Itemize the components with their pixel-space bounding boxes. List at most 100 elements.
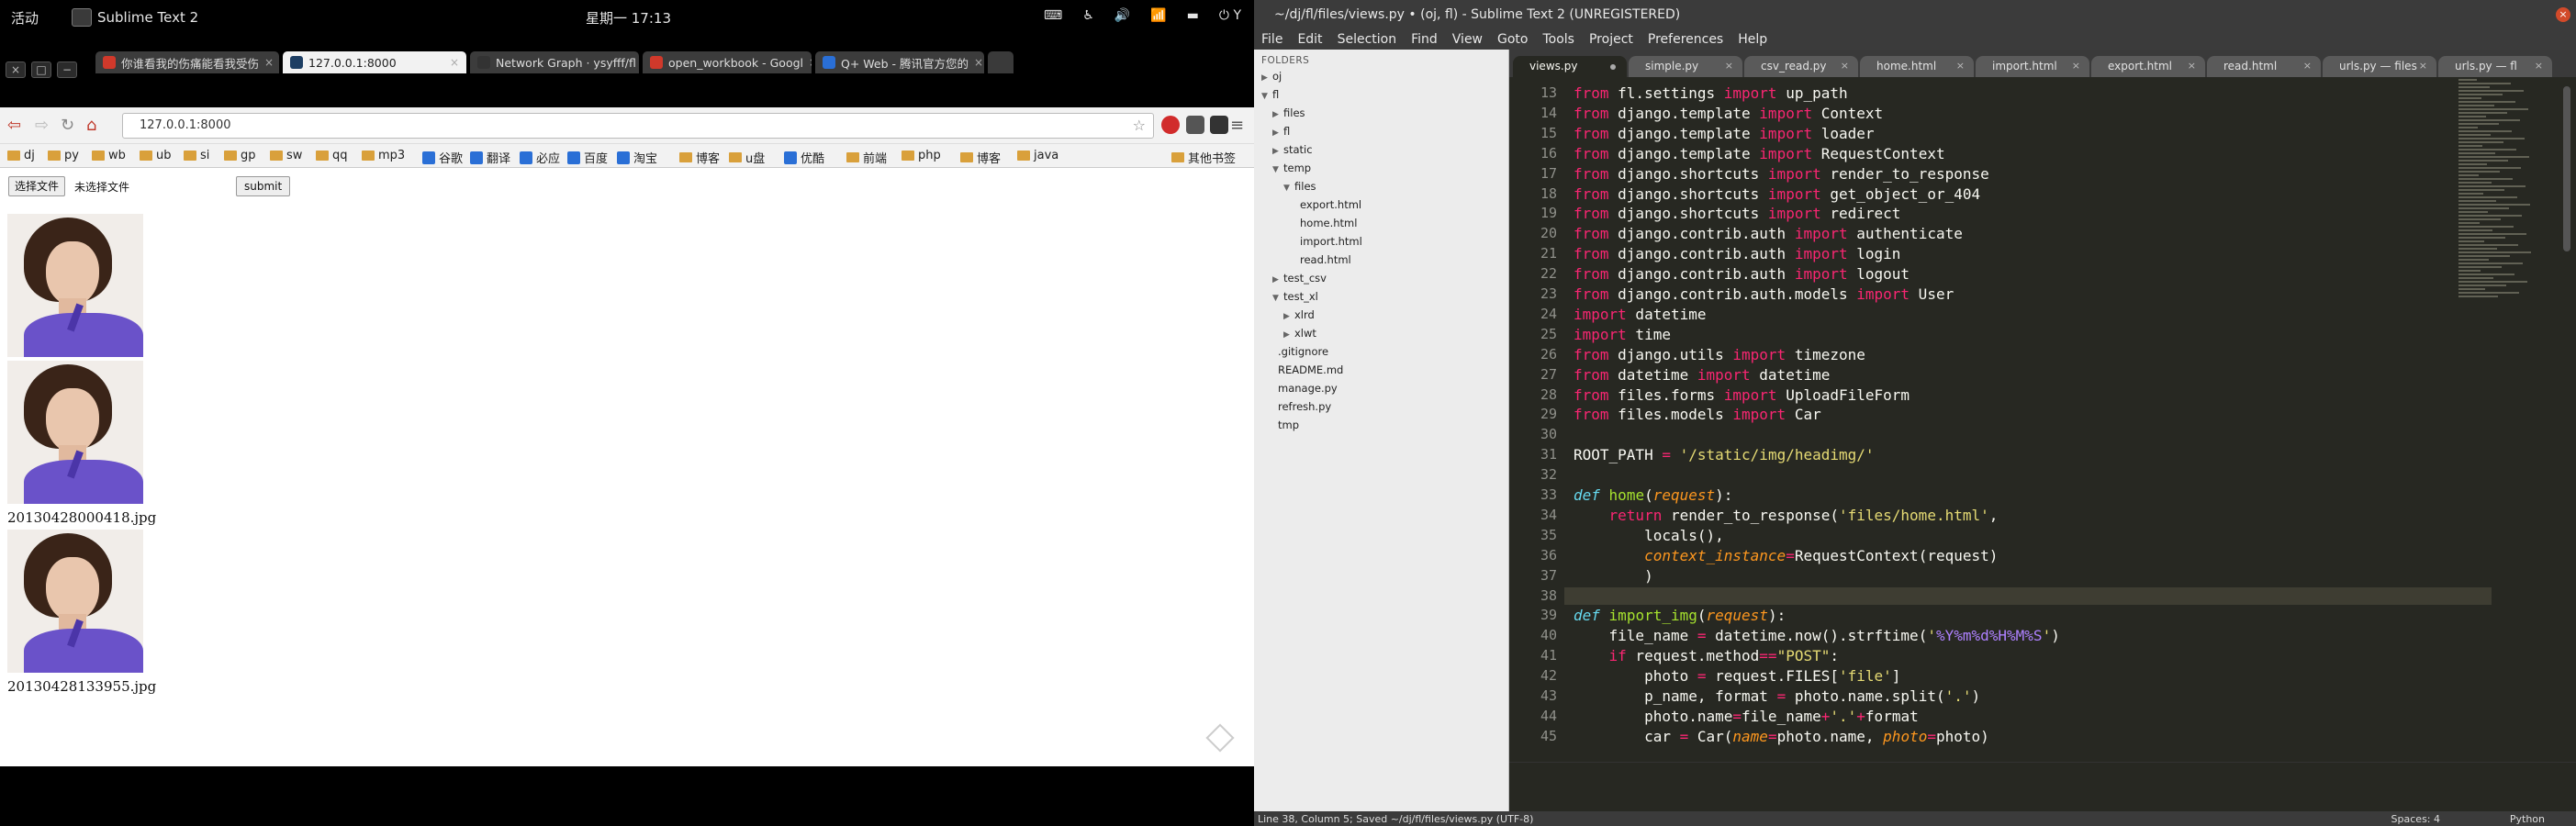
menu-item-help[interactable]: Help [1738, 29, 1767, 50]
tab-close-icon[interactable]: × [1841, 60, 1849, 72]
maximize-window-button[interactable]: □ [31, 61, 51, 78]
sidebar-folder[interactable]: ▶ oj [1261, 70, 1282, 83]
collapsed-arrow-icon[interactable]: ▶ [1272, 110, 1283, 119]
collapsed-arrow-icon[interactable]: ▶ [1272, 147, 1283, 156]
sidebar-folder[interactable]: ▼ files [1283, 180, 1316, 193]
bookmark-item[interactable]: 百度 [567, 149, 608, 166]
code-editor[interactable]: from fl.settings import up_path from djan… [1564, 77, 2492, 762]
bookmark-item[interactable]: 博客 [679, 149, 720, 166]
bookmark-item[interactable]: php [902, 149, 941, 162]
choose-file-button[interactable]: 选择文件 [8, 176, 66, 196]
bookmark-item[interactable]: qq [316, 149, 348, 162]
menu-item-tools[interactable]: Tools [1542, 29, 1574, 50]
sidebar-file[interactable]: read.html [1300, 253, 1351, 266]
bookmark-item[interactable]: mp3 [362, 149, 405, 162]
bookmark-item[interactable]: 优酷 [784, 149, 824, 166]
sidebar-folder[interactable]: ▶ static [1272, 143, 1313, 156]
tab-close-icon[interactable]: × [2188, 60, 2196, 72]
bookmark-item[interactable]: 翻译 [470, 149, 510, 166]
tab-close-icon[interactable]: × [2303, 60, 2312, 72]
collapsed-arrow-icon[interactable]: ▶ [1272, 275, 1283, 285]
minimize-window-button[interactable]: − [57, 61, 77, 78]
tab-close-icon[interactable]: × [2535, 60, 2543, 72]
bookmark-item[interactable]: wb [92, 149, 126, 162]
tab-close-icon[interactable]: × [1956, 60, 1965, 72]
adblock-icon[interactable] [1161, 116, 1180, 134]
sidebar-file[interactable]: manage.py [1278, 382, 1338, 395]
back-icon[interactable]: ⇦ [7, 116, 21, 135]
collapsed-arrow-icon[interactable]: ▶ [1272, 128, 1283, 138]
sidebar-folder[interactable]: ▶ xlrd [1283, 308, 1315, 321]
tab-close-icon[interactable]: × [1725, 60, 1733, 72]
menu-item-find[interactable]: Find [1411, 29, 1438, 50]
bookmark-star-icon[interactable]: ☆ [1133, 117, 1146, 134]
expanded-arrow-icon[interactable]: ▼ [1283, 184, 1294, 193]
minimap[interactable] [2458, 77, 2550, 352]
sidebar-folder[interactable]: ▶ fl [1272, 125, 1290, 138]
extension-icon[interactable] [1186, 116, 1204, 134]
sidebar-folder[interactable]: ▶ files [1272, 106, 1305, 119]
editor-tab[interactable]: import.html × [1976, 56, 2089, 77]
tab-close-icon[interactable]: × [2072, 60, 2080, 72]
bookmark-item[interactable]: 博客 [960, 149, 1001, 166]
sidebar-folder[interactable]: ▶ xlwt [1283, 327, 1316, 340]
bookmark-item[interactable]: dj [7, 149, 35, 162]
close-icon[interactable]: × [2556, 7, 2570, 22]
sidebar-file[interactable]: import.html [1300, 235, 1362, 248]
menu-icon[interactable]: ≡ [1230, 116, 1244, 135]
collapsed-arrow-icon[interactable]: ▶ [1261, 73, 1272, 83]
new-tab-button[interactable] [988, 51, 1014, 73]
menu-item-selection[interactable]: Selection [1338, 29, 1397, 50]
bookmark-item[interactable]: gp [224, 149, 256, 162]
tab-close-icon[interactable]: × [450, 56, 459, 69]
tab-close-icon[interactable]: × [809, 56, 812, 69]
editor-tab[interactable]: urls.py — fl × [2438, 56, 2552, 77]
menu-item-edit[interactable]: Edit [1297, 29, 1322, 50]
bookmark-item[interactable]: py [48, 149, 79, 162]
browser-tab[interactable]: open_workbook - Googl × [643, 51, 812, 73]
expanded-arrow-icon[interactable]: ▼ [1272, 294, 1283, 303]
menu-item-view[interactable]: View [1452, 29, 1483, 50]
editor-tab[interactable]: views.py [1513, 56, 1627, 77]
menu-item-file[interactable]: File [1261, 29, 1282, 50]
sidebar-folder[interactable]: ▼ temp [1272, 162, 1311, 174]
bookmark-item[interactable]: 淘宝 [617, 149, 657, 166]
sidebar-folder[interactable]: ▼ fl [1261, 88, 1279, 101]
bookmark-item[interactable]: 谷歌 [422, 149, 463, 166]
bookmark-item[interactable]: 前端 [846, 149, 887, 166]
sidebar-folder[interactable]: ▶ test_csv [1272, 272, 1327, 285]
sidebar-file[interactable]: README.md [1278, 363, 1343, 376]
browser-tab[interactable]: 你谁看我的伤痛能看我受伤 × [95, 51, 279, 73]
sidebar-folder[interactable]: ▼ test_xl [1272, 290, 1318, 303]
tab-close-icon[interactable]: × [2419, 60, 2427, 72]
sidebar-file[interactable]: home.html [1300, 217, 1357, 229]
expanded-arrow-icon[interactable]: ▼ [1261, 92, 1272, 101]
indentation-setting[interactable]: Spaces: 4 [2391, 813, 2440, 825]
bookmark-item[interactable]: sw [270, 149, 302, 162]
expanded-arrow-icon[interactable]: ▼ [1272, 165, 1283, 174]
bookmark-item[interactable]: u盘 [729, 149, 765, 166]
sidebar-file[interactable]: export.html [1300, 198, 1361, 211]
editor-tab[interactable]: export.html × [2091, 56, 2205, 77]
extension-icon[interactable] [1210, 116, 1228, 134]
editor-tab[interactable]: read.html × [2207, 56, 2321, 77]
collapsed-arrow-icon[interactable]: ▶ [1283, 312, 1294, 321]
bookmark-item[interactable]: java [1017, 149, 1058, 162]
forward-icon[interactable]: ⇨ [35, 116, 49, 135]
bookmark-item[interactable]: 必应 [520, 149, 560, 166]
menu-item-project[interactable]: Project [1589, 29, 1633, 50]
browser-tab[interactable]: 127.0.0.1:8000 × [283, 51, 466, 73]
syntax-setting[interactable]: Python [2510, 813, 2545, 825]
close-window-button[interactable]: × [6, 61, 26, 78]
menu-item-goto[interactable]: Goto [1497, 29, 1528, 50]
editor-tab[interactable]: home.html × [1860, 56, 1974, 77]
scrollbar[interactable] [2563, 86, 2570, 251]
home-icon[interactable]: ⌂ [86, 116, 96, 135]
tab-close-icon[interactable]: × [974, 56, 983, 69]
editor-tab[interactable]: simple.py × [1629, 56, 1742, 77]
browser-tab[interactable]: Q+ Web - 腾讯官方您的 × [815, 51, 984, 73]
sidebar-file[interactable]: tmp [1278, 419, 1299, 431]
tab-close-icon[interactable]: × [264, 56, 274, 69]
other-bookmarks[interactable]: 其他书签 [1171, 149, 1236, 166]
submit-button[interactable]: submit [236, 176, 291, 196]
